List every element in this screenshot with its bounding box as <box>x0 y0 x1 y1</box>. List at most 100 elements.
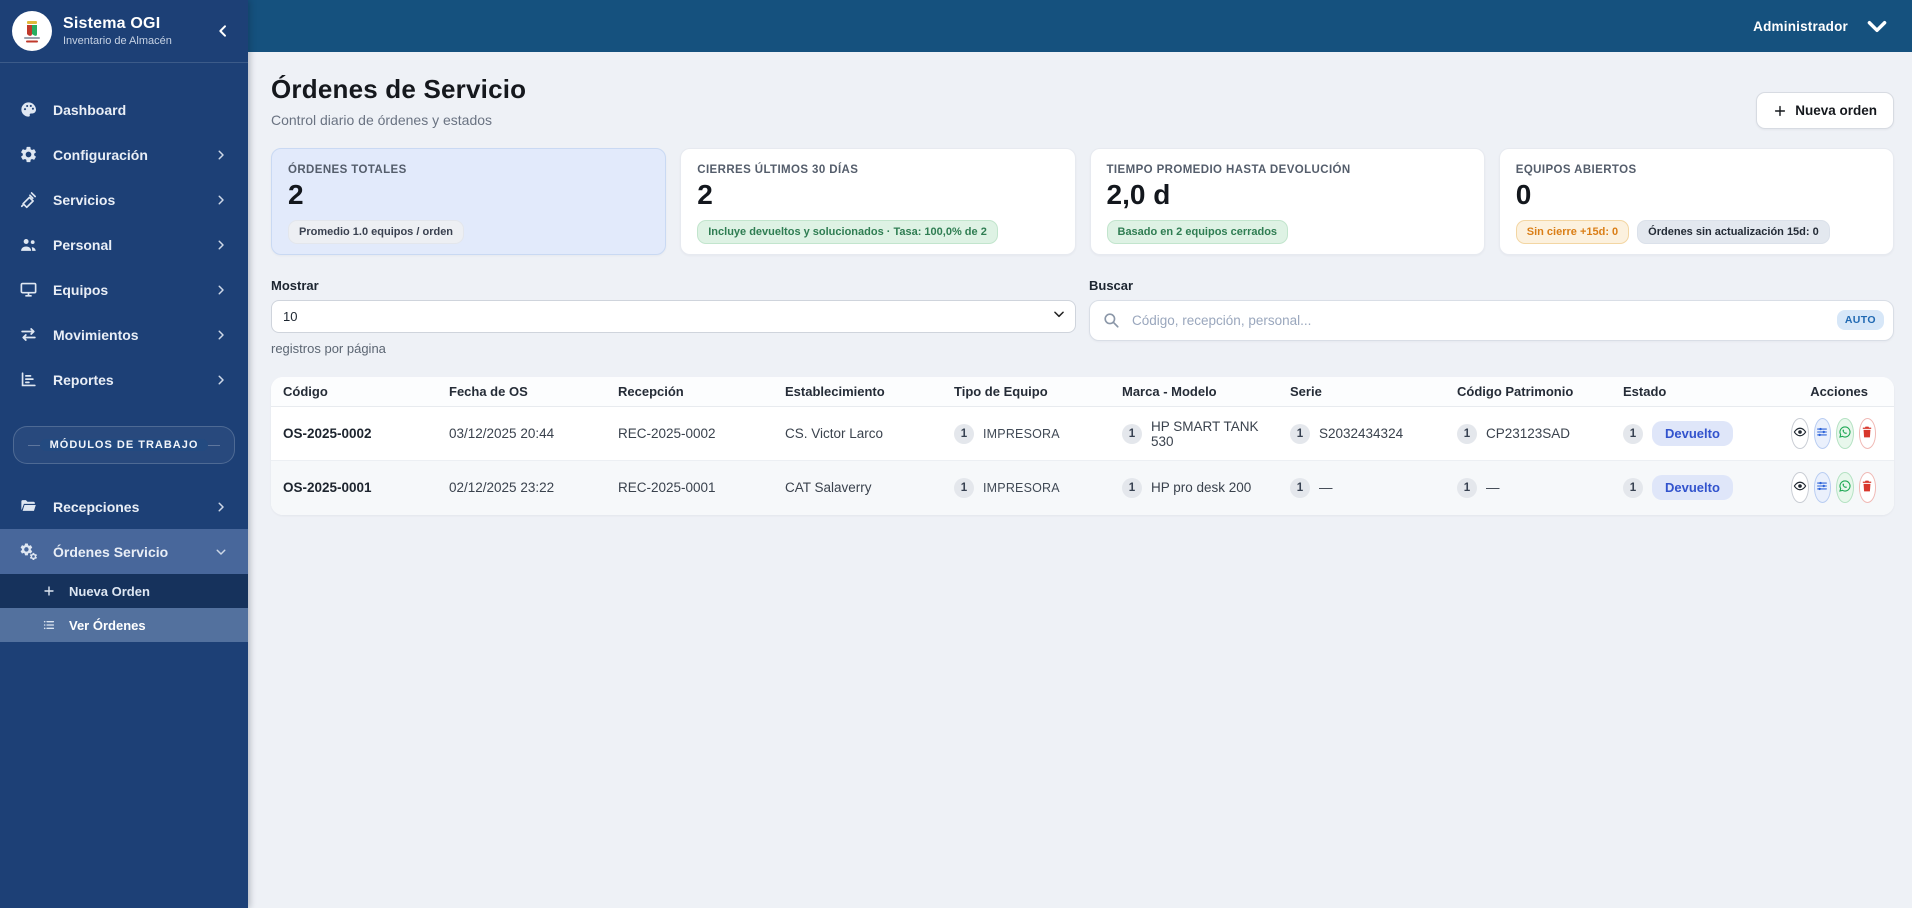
search-input[interactable] <box>1089 300 1894 341</box>
stat-label: EQUIPOS ABIERTOS <box>1515 164 1637 176</box>
search-label: Buscar <box>1089 278 1134 293</box>
cell-fecha: 03/12/2025 20:44 <box>437 406 606 461</box>
table-row: OS-2025-0001 02/12/2025 23:22 REC-2025-000… <box>271 460 1894 515</box>
sidebar-item-label: Servicios <box>53 191 116 208</box>
sidebar-subitem-ver-ordenes[interactable]: Ver Órdenes <box>0 608 248 642</box>
view-button[interactable] <box>1791 472 1809 504</box>
auto-badge[interactable]: AUTO <box>1836 310 1884 330</box>
cell-codigo: OS-2025-0001 <box>283 480 372 496</box>
detail-button[interactable] <box>1813 472 1831 504</box>
cell-text: IMPRESORA <box>983 426 1060 441</box>
sidebar-item-equipos[interactable]: Equipos <box>0 267 248 312</box>
stats-row: ÓRDENES TOTALES 2 Promedio 1.0 equipos / o… <box>271 148 1894 255</box>
sidebar-subitem-nueva-orden[interactable]: Nueva Orden <box>0 574 248 608</box>
sidebar-subitem-label: Nueva Orden <box>69 583 150 599</box>
column-header-establecimiento: Establecimiento <box>773 377 942 407</box>
chevron-right-icon <box>215 283 228 296</box>
count-badge: 1 <box>1457 423 1477 444</box>
stat-badge: Promedio 1.0 equipos / orden <box>288 220 465 244</box>
stat-value: 0 <box>1515 179 1532 210</box>
topbar: Administrador <box>248 0 1912 52</box>
stat-value: 2 <box>697 179 713 210</box>
trash-icon <box>1860 479 1874 496</box>
sidebar-collapse-button[interactable] <box>212 20 234 42</box>
gear-icon <box>18 145 38 165</box>
sidebar-section-label: MÓDULOS DE TRABAJO <box>13 426 235 464</box>
column-header-acciones: Acciones <box>1779 377 1894 407</box>
cell-text: IMPRESORA <box>983 480 1060 495</box>
sidebar-item-servicios[interactable]: Servicios <box>0 177 248 222</box>
brand: Sistema OGI Inventario de Almacén <box>0 0 248 62</box>
count-badge: 1 <box>1623 477 1643 498</box>
chevron-right-icon <box>215 238 228 251</box>
cell-establecimiento: CAT Salaverry <box>785 480 872 496</box>
cell-acciones <box>1779 461 1894 515</box>
sidebar-item-ordenes-servicio[interactable]: Órdenes Servicio <box>0 529 248 574</box>
stat-label: ÓRDENES TOTALES <box>288 164 407 176</box>
sidebar-item-label: Dashboard <box>53 101 127 118</box>
app-logo-icon <box>12 11 52 51</box>
cell-text: — <box>1319 480 1333 496</box>
stat-badge: Basado en 2 equipos cerrados <box>1106 220 1289 244</box>
sidebar-item-dashboard[interactable]: Dashboard <box>0 87 248 132</box>
detail-button[interactable] <box>1813 418 1831 449</box>
delete-button[interactable] <box>1858 472 1876 504</box>
page-subtitle: Control diario de órdenes y estados <box>271 112 493 128</box>
whatsapp-icon <box>1838 479 1852 496</box>
count-badge: 1 <box>954 477 974 498</box>
cell-tipo: 1 IMPRESORA <box>942 406 1110 461</box>
swap-arrows-icon <box>18 325 38 345</box>
cell-marca: 1 HP pro desk 200 <box>1110 461 1278 515</box>
sidebar-item-label: Reportes <box>53 371 114 388</box>
sliders-icon <box>1815 425 1829 442</box>
stat-badge: Incluye devueltos y solucionados · Tasa:… <box>697 220 998 244</box>
stat-card-equipos-abiertos[interactable]: EQUIPOS ABIERTOS 0 Sin cierre +15d: 0 Órden… <box>1498 148 1894 255</box>
cell-text: HP pro desk 200 <box>1151 480 1252 496</box>
delete-button[interactable] <box>1858 418 1876 449</box>
page-size-select[interactable]: 10 <box>271 300 1076 333</box>
cell-text: CP23123SAD <box>1486 426 1571 441</box>
stat-card-ordenes-totales[interactable]: ÓRDENES TOTALES 2 Promedio 1.0 equipos / o… <box>271 148 667 255</box>
show-label: Mostrar <box>271 278 319 293</box>
sidebar-item-reportes[interactable]: Reportes <box>0 357 248 402</box>
sidebar-item-label: Personal <box>53 236 113 253</box>
sidebar-item-movimientos[interactable]: Movimientos <box>0 312 248 357</box>
page-size-block: Mostrar 10 registros por página <box>271 278 1076 356</box>
sliders-icon <box>1815 479 1829 496</box>
user-name: Administrador <box>1753 18 1848 34</box>
stat-badge: Sin cierre +15d: 0 <box>1515 220 1630 244</box>
sidebar-nav: Dashboard Configuración Servicios Personal E… <box>0 63 248 402</box>
sidebar-item-label: Configuración <box>53 146 148 163</box>
count-badge: 1 <box>1122 477 1142 498</box>
cell-text: S2032434324 <box>1319 426 1404 441</box>
eye-icon <box>1793 425 1807 442</box>
stat-card-tiempo-promedio-hasta-devolucion[interactable]: TIEMPO PROMEDIO HASTA DEVOLUCIÓN 2,0 d Bas… <box>1089 148 1485 255</box>
cell-acciones <box>1779 406 1894 461</box>
sidebar-item-configuracion[interactable]: Configuración <box>0 132 248 177</box>
whatsapp-button[interactable] <box>1836 472 1854 504</box>
search-icon <box>1102 311 1120 329</box>
stat-value: 2,0 d <box>1106 179 1171 210</box>
sidebar-item-personal[interactable]: Personal <box>0 222 248 267</box>
page-title: Órdenes de Servicio <box>271 74 527 104</box>
new-order-button[interactable]: Nueva orden <box>1756 92 1894 129</box>
sidebar-item-label: Movimientos <box>53 326 139 343</box>
view-button[interactable] <box>1791 418 1809 449</box>
monitor-icon <box>18 280 38 300</box>
filter-row: Mostrar 10 registros por página Buscar A… <box>271 278 1894 356</box>
app-title: Sistema OGI <box>63 15 161 32</box>
app-subtitle: Inventario de Almacén <box>63 35 172 47</box>
chevron-down-icon <box>1864 13 1890 39</box>
stat-card-cierres-ultimos-30-dias[interactable]: CIERRES ÚLTIMOS 30 DÍAS 2 Incluye devuelto… <box>680 148 1076 255</box>
cell-patrimonio: 1— <box>1445 461 1611 515</box>
status-badge: Devuelto <box>1652 421 1733 446</box>
user-menu[interactable]: Administrador <box>1753 13 1890 39</box>
sidebar-item-label: Equipos <box>53 281 109 298</box>
sidebar-item-recepciones[interactable]: Recepciones <box>0 484 248 529</box>
count-badge: 1 <box>1290 423 1310 444</box>
sidebar-item-label: Órdenes Servicio <box>53 543 169 560</box>
whatsapp-button[interactable] <box>1836 418 1854 449</box>
whatsapp-icon <box>1838 425 1852 442</box>
report-icon <box>18 370 38 390</box>
count-badge: 1 <box>1122 423 1142 444</box>
